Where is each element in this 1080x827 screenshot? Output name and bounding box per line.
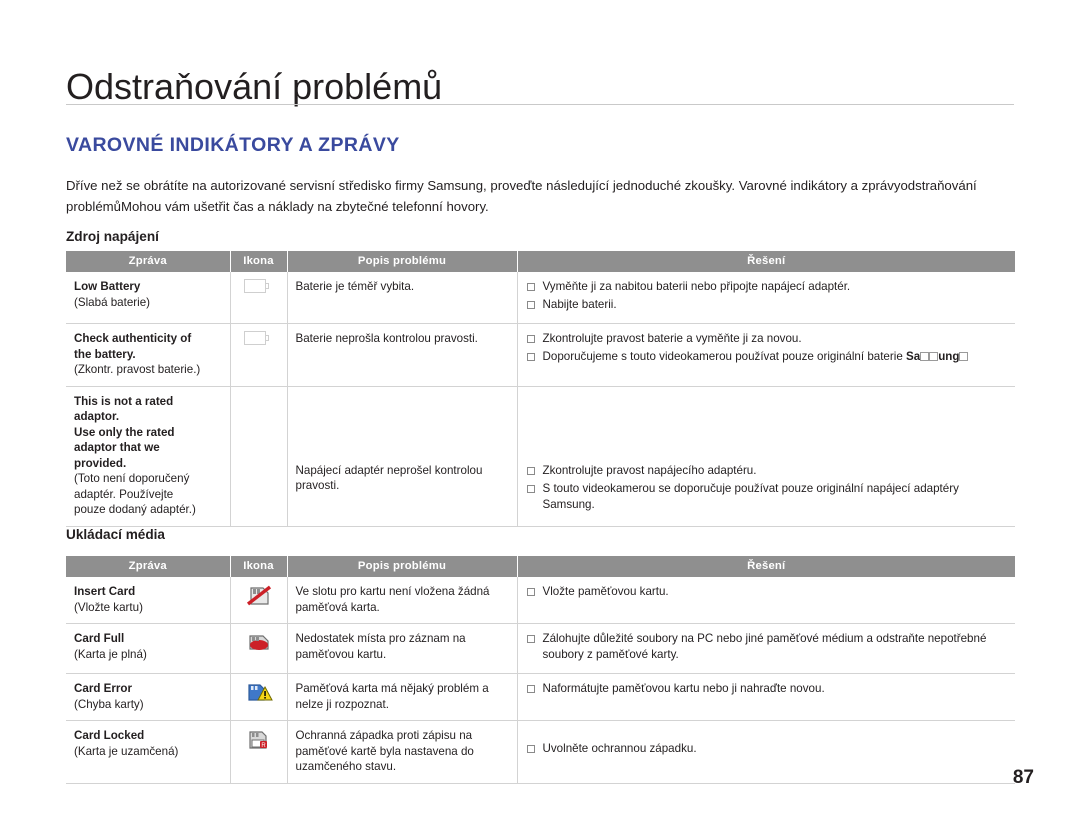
cell-solution: Zálohujte důležité soubory na PC nebo ji… <box>517 623 1015 674</box>
cell-message: Card Locked (Karta je uzamčená) <box>66 720 231 784</box>
cell-message: Card Error (Chyba karty) <box>66 673 231 721</box>
table-header-row: Zpráva Ikona Popis problému Řešení <box>66 556 1015 577</box>
cell-icon <box>230 323 288 387</box>
battery-check-icon <box>243 331 274 355</box>
table-row: Card Locked (Karta je uzamčená) R Ochran… <box>66 720 1015 784</box>
solution-list: Zálohujte důležité soubory na PC nebo ji… <box>526 631 1008 663</box>
cell-problem: Baterie je téměř vybita. <box>287 272 518 324</box>
table-row: Card Full (Karta je plná) Nedostatek mís… <box>66 623 1015 674</box>
solution-list: Vyměňte ji za nabitou baterii nebo připo… <box>526 279 1008 313</box>
table-row: Insert Card (Vložte kartu) Ve slotu pro … <box>66 577 1015 624</box>
title-divider <box>66 104 1014 105</box>
cell-problem: Ve slotu pro kartu není vložena žádná pa… <box>287 577 518 624</box>
message-note: (Karta je plná) <box>74 647 147 661</box>
message-bold: This is not a rated adaptor. Use only th… <box>74 394 175 470</box>
solution-item: Zkontrolujte pravost baterie a vyměňte j… <box>526 331 1008 347</box>
missing-glyph-box <box>920 352 930 362</box>
cell-solution: Vložte paměťovou kartu. <box>517 577 1015 624</box>
col-message: Zpráva <box>66 251 231 272</box>
solution-item: Vložte paměťovou kartu. <box>526 584 1008 600</box>
message-bold: Check authenticity of the battery. <box>74 332 192 361</box>
cell-message: Card Full (Karta je plná) <box>66 623 231 674</box>
section-heading-storage: Ukládací média <box>66 527 165 542</box>
solution-item: Naformátujte paměťovou kartu nebo ji nah… <box>526 681 1008 697</box>
cell-icon <box>230 673 288 721</box>
solution-list: Zkontrolujte pravost baterie a vyměňte j… <box>526 331 1008 365</box>
solution-text: Doporučujeme s touto videokamerou použív… <box>542 350 903 363</box>
col-icon: Ikona <box>230 556 288 577</box>
cell-message: This is not a rated adaptor. Use only th… <box>66 386 231 527</box>
cell-problem: Paměťová karta má nějaký problém a nelze… <box>287 673 518 721</box>
message-note: (Toto není doporučený adaptér. Používejt… <box>74 472 196 516</box>
cell-solution: Zkontrolujte pravost baterie a vyměňte j… <box>517 323 1015 387</box>
intro-paragraph: Dříve než se obrátíte na autorizované se… <box>66 178 977 215</box>
solution-list: Naformátujte paměťovou kartu nebo ji nah… <box>526 681 1008 697</box>
card-error-icon <box>244 681 274 705</box>
cell-icon: R <box>230 720 288 784</box>
message-note: (Zkontr. pravost baterie.) <box>74 363 201 376</box>
cell-solution: Uvolněte ochrannou západku. <box>517 720 1015 784</box>
solution-item: Doporučujeme s touto videokamerou použív… <box>526 349 1008 365</box>
cell-solution: Zkontrolujte pravost napájecího adaptéru… <box>517 386 1015 527</box>
battery-empty-icon <box>243 279 274 303</box>
svg-text:R: R <box>261 743 266 749</box>
message-bold: Low Battery <box>74 280 141 293</box>
cell-solution: Vyměňte ji za nabitou baterii nebo připo… <box>517 272 1015 324</box>
col-solution: Řešení <box>517 251 1015 272</box>
section-heading-power: Zdroj napájení <box>66 229 159 244</box>
solution-item: Nabijte baterii. <box>526 297 1008 313</box>
cell-message: Low Battery (Slabá baterie) <box>66 272 231 324</box>
solution-item: S touto videokamerou se doporučuje použí… <box>526 481 1008 513</box>
section-subtitle: VAROVNÉ INDIKÁTORY A ZPRÁVY <box>66 134 400 157</box>
message-note: (Karta je uzamčená) <box>74 744 179 758</box>
solution-item: Uvolněte ochrannou západku. <box>526 741 1008 757</box>
cell-icon <box>230 272 288 324</box>
document-page: Odstraňování problémů VAROVNÉ INDIKÁTORY… <box>0 0 1080 827</box>
table-row: Card Error (Chyba karty) Paměťová karta … <box>66 673 1015 721</box>
cell-message: Check authenticity of the battery. (Zkon… <box>66 323 231 387</box>
cell-problem: Nedostatek místa pro záznam na paměťovou… <box>287 623 518 674</box>
cell-solution: Naformátujte paměťovou kartu nebo ji nah… <box>517 673 1015 721</box>
solution-list: Vložte paměťovou kartu. <box>526 584 1008 600</box>
solution-extra: Sa ung <box>906 350 969 363</box>
message-bold: Card Locked <box>74 729 145 742</box>
solution-item: Zkontrolujte pravost napájecího adaptéru… <box>526 463 1008 479</box>
table-power-source: Zpráva Ikona Popis problému Řešení Low B… <box>66 251 1015 527</box>
col-problem: Popis problému <box>287 251 518 272</box>
table-row: Low Battery (Slabá baterie) Baterie je t… <box>66 272 1015 324</box>
card-full-icon <box>244 631 274 655</box>
missing-glyph-box <box>929 352 939 362</box>
page-title: Odstraňování problémů <box>66 66 443 108</box>
cell-problem: Ochranná západka proti zápisu na paměťov… <box>287 720 518 784</box>
solution-list: Zkontrolujte pravost napájecího adaptéru… <box>526 394 1008 513</box>
solution-item: Vyměňte ji za nabitou baterii nebo připo… <box>526 279 1008 295</box>
card-insert-icon <box>244 584 274 608</box>
cell-problem: Napájecí adaptér neprošel kontrolou prav… <box>287 386 518 527</box>
col-icon: Ikona <box>230 251 288 272</box>
col-problem: Popis problému <box>287 556 518 577</box>
cell-icon <box>230 623 288 674</box>
message-note: (Slabá baterie) <box>74 295 151 309</box>
message-bold: Insert Card <box>74 585 136 598</box>
solution-item: Zálohujte důležité soubory na PC nebo ji… <box>526 631 1008 663</box>
card-locked-icon: R <box>244 728 274 752</box>
message-bold: Card Error <box>74 682 132 695</box>
solution-list: Uvolněte ochrannou západku. <box>526 728 1008 757</box>
table-header-row: Zpráva Ikona Popis problému Řešení <box>66 251 1015 272</box>
cell-problem: Baterie neprošla kontrolou pravosti. <box>287 323 518 387</box>
page-number: 87 <box>1012 767 1034 788</box>
table-row: This is not a rated adaptor. Use only th… <box>66 386 1015 527</box>
col-message: Zpráva <box>66 556 231 577</box>
message-note: (Chyba karty) <box>74 697 144 711</box>
message-note: (Vložte kartu) <box>74 600 143 614</box>
cell-message: Insert Card (Vložte kartu) <box>66 577 231 624</box>
message-bold: Card Full <box>74 632 125 645</box>
missing-glyph-box <box>959 352 969 362</box>
cell-icon <box>230 577 288 624</box>
table-storage-media: Zpráva Ikona Popis problému Řešení Inser… <box>66 556 1015 784</box>
col-solution: Řešení <box>517 556 1015 577</box>
cell-icon <box>230 386 288 527</box>
table-row: Check authenticity of the battery. (Zkon… <box>66 323 1015 387</box>
